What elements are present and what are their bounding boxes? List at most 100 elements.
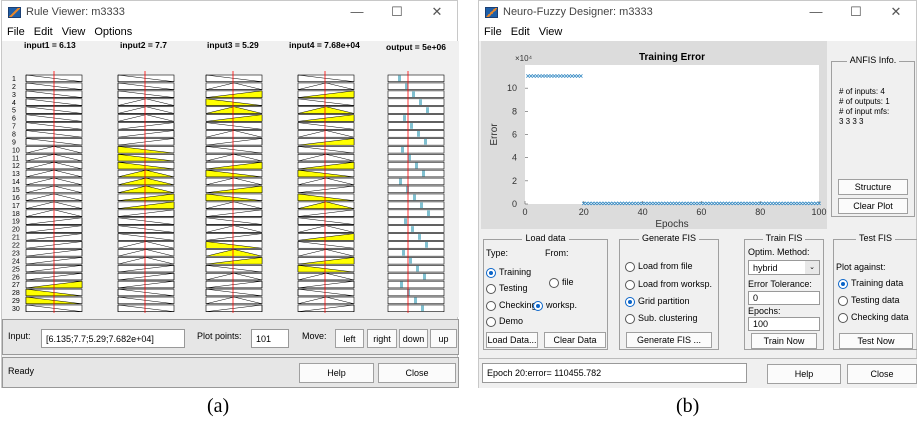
radio-workspace[interactable] xyxy=(533,301,543,311)
move-right-button[interactable]: right xyxy=(367,329,397,348)
help-button[interactable]: Help xyxy=(299,363,374,383)
output-singleton xyxy=(414,297,417,304)
rule-number: 21 xyxy=(12,235,20,242)
help-button[interactable]: Help xyxy=(767,364,841,384)
radio-checking[interactable] xyxy=(486,301,496,311)
radio-training-label: Training xyxy=(499,267,532,277)
rule-cell xyxy=(205,82,263,90)
generate-fis-button[interactable]: Generate FIS ... xyxy=(626,332,712,348)
rule-cell xyxy=(297,82,355,90)
menu-view[interactable]: View xyxy=(62,26,86,38)
training-error-chart: 0 20 40 60 80 100 0 2 4 6 8 10 Training Error Epochs E… xyxy=(489,52,827,230)
rule-cell xyxy=(387,122,445,130)
menu-edit[interactable]: Edit xyxy=(34,26,53,38)
rule-number: 27 xyxy=(12,282,20,289)
menu-file[interactable]: File xyxy=(484,26,502,38)
rule-viewer-window: Rule Viewer: m3333 — ☐ ✕ File Edit View … xyxy=(1,0,459,388)
title-bar: Neuro-Fuzzy Designer: m3333 — ☐ ✕ xyxy=(479,1,916,23)
maximize-icon[interactable]: ☐ xyxy=(836,1,876,23)
rule-number: 30 xyxy=(12,306,20,313)
exponent-label: ×10⁴ xyxy=(515,54,533,63)
move-up-button[interactable]: up xyxy=(430,329,457,348)
rule-cell xyxy=(117,106,175,114)
load-data-button[interactable]: Load Data... xyxy=(486,332,538,348)
clear-plot-button[interactable]: Clear Plot xyxy=(838,198,908,214)
output-singleton xyxy=(406,186,409,193)
rule-number: 18 xyxy=(12,211,20,218)
train-now-button[interactable]: Train Now xyxy=(751,333,817,349)
output-singleton xyxy=(426,107,429,113)
rule-cell xyxy=(387,241,445,249)
radio-load-from-workspace[interactable] xyxy=(625,280,635,290)
optim-method-value: hybrid xyxy=(753,262,778,273)
radio-grid-partition[interactable] xyxy=(625,297,635,307)
radio-testing-data-label: Testing data xyxy=(851,295,900,305)
plot-points-field[interactable]: 101 xyxy=(251,329,289,348)
rule-cell xyxy=(387,288,445,297)
radio-load-from-file[interactable] xyxy=(625,262,635,272)
rule-cell xyxy=(387,209,445,217)
menu-bar: File Edit View Options xyxy=(2,23,457,41)
menu-file[interactable]: File xyxy=(7,26,25,38)
radio-file[interactable] xyxy=(549,278,559,288)
rule-number: 1 xyxy=(12,76,16,83)
chevron-down-icon[interactable]: ⌄ xyxy=(805,261,819,274)
rule-cell xyxy=(387,106,445,114)
error-tolerance-field[interactable]: 0 xyxy=(748,291,820,305)
move-left-button[interactable]: left xyxy=(335,329,364,348)
rule-number: 24 xyxy=(12,258,20,265)
rule-number: 26 xyxy=(12,274,20,281)
menu-view[interactable]: View xyxy=(539,26,563,38)
rule-cell xyxy=(297,177,355,186)
maximize-icon[interactable]: ☐ xyxy=(377,1,417,23)
menu-edit[interactable]: Edit xyxy=(511,26,530,38)
epochs-field[interactable]: 100 xyxy=(748,317,820,331)
rule-number: 19 xyxy=(12,219,20,226)
radio-demo[interactable] xyxy=(486,317,496,327)
optim-method-select[interactable]: hybrid ⌄ xyxy=(748,260,820,275)
rule-cell xyxy=(117,114,175,122)
window-title: Neuro-Fuzzy Designer: m3333 xyxy=(503,6,653,18)
radio-sub-clustering[interactable] xyxy=(625,314,635,324)
rule-cell xyxy=(387,177,445,186)
rule-cell xyxy=(205,201,263,209)
y-tick-label: 8 xyxy=(512,106,517,116)
caption-a: (a) xyxy=(207,395,230,417)
radio-testing-label: Testing xyxy=(499,283,528,293)
minimize-icon[interactable]: — xyxy=(337,1,377,23)
rule-number: 17 xyxy=(12,203,20,210)
close-icon[interactable]: ✕ xyxy=(417,1,457,23)
radio-testing-data[interactable] xyxy=(838,296,848,306)
rule-cell xyxy=(387,146,445,154)
move-label: Move: xyxy=(302,331,327,341)
move-down-button[interactable]: down xyxy=(399,329,428,348)
test-now-button[interactable]: Test Now xyxy=(839,333,913,349)
input-vector-field[interactable]: [6.135;7.7;5.29;7.682e+04] xyxy=(41,329,185,348)
rule-cell xyxy=(387,304,445,313)
radio-training-data[interactable] xyxy=(838,279,848,289)
clear-data-button[interactable]: Clear Data xyxy=(544,332,606,348)
structure-button[interactable]: Structure xyxy=(838,179,908,195)
close-icon[interactable]: ✕ xyxy=(876,1,916,23)
radio-training[interactable] xyxy=(486,268,496,278)
test-fis-group: Test FIS Plot against: Training data Tes… xyxy=(833,233,917,350)
y-tick-label: 2 xyxy=(512,176,517,186)
radio-testing[interactable] xyxy=(486,284,496,294)
rule-number: 6 xyxy=(12,116,16,123)
rule-cell xyxy=(387,201,445,209)
rule-number: 9 xyxy=(12,139,16,146)
load-data-group: Load data Type: From: Training Testing C… xyxy=(483,233,608,350)
radio-checking-data[interactable] xyxy=(838,313,848,323)
minimize-icon[interactable]: — xyxy=(796,1,836,23)
close-button[interactable]: Close xyxy=(847,364,917,384)
generate-fis-group: Generate FIS Load from file Load from wo… xyxy=(619,233,719,350)
type-label: Type: xyxy=(486,248,509,258)
menu-options[interactable]: Options xyxy=(94,26,132,38)
info-outputs: # of outputs: 1 xyxy=(839,97,890,106)
rule-cell xyxy=(387,280,445,289)
rule-cell xyxy=(297,272,355,281)
rule-cell xyxy=(387,130,445,138)
close-button[interactable]: Close xyxy=(378,363,456,383)
rule-cell xyxy=(387,74,445,83)
radio-load-from-file-label: Load from file xyxy=(638,261,693,271)
